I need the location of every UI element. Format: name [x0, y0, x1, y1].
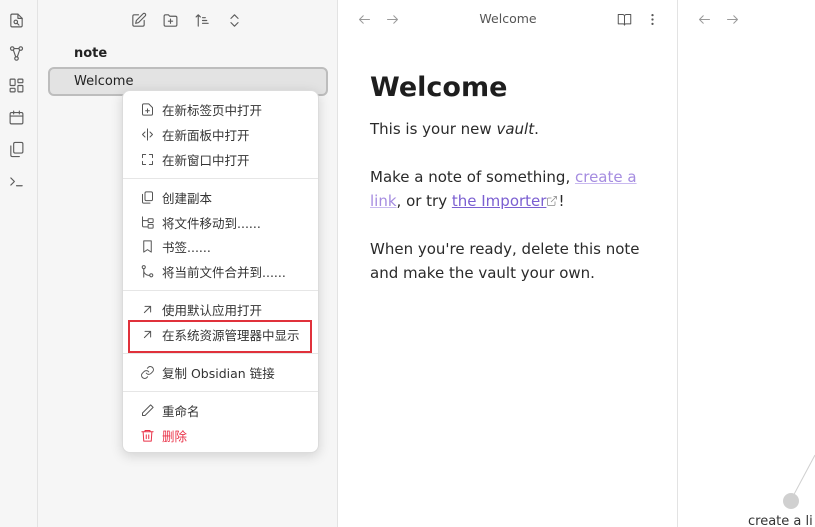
open-switcher-icon[interactable]: [6, 10, 26, 30]
daily-note-icon[interactable]: [6, 107, 26, 127]
note-paragraph-2: Make a note of something, create a link,…: [370, 165, 660, 213]
importer-link[interactable]: the Importer: [452, 192, 547, 210]
menu-label: 将当前文件合并到......: [162, 264, 286, 280]
menu-label: 在新面板中打开: [162, 127, 250, 143]
note-content[interactable]: Welcome This is your new vault. Make a n…: [370, 72, 660, 309]
menu-rename[interactable]: 重命名: [129, 398, 314, 422]
menu-open-new-pane[interactable]: 在新面板中打开: [129, 122, 314, 146]
trash-icon: [136, 426, 158, 444]
maximize-icon: [136, 150, 158, 168]
menu-label: 使用默认应用打开: [162, 302, 263, 318]
menu-label: 创建副本: [162, 190, 213, 206]
link-icon: [136, 363, 158, 381]
text: !: [558, 192, 565, 210]
text: , or try: [396, 192, 452, 210]
graph-canvas[interactable]: [678, 0, 815, 527]
note-heading: Welcome: [370, 72, 508, 103]
graph-node-label: create a li: [748, 514, 813, 527]
text: Make a note of something,: [370, 168, 575, 186]
text: This is your new: [370, 120, 497, 138]
menu-delete[interactable]: 删除: [129, 423, 314, 447]
menu-bookmark[interactable]: 书签......: [129, 234, 314, 258]
editor-pane: Welcome Welcome This is your new vault. …: [338, 0, 678, 527]
menu-make-copy[interactable]: 创建副本: [129, 185, 314, 209]
menu-label: 复制 Obsidian 链接: [162, 365, 275, 381]
menu-move-file[interactable]: 将文件移动到......: [129, 210, 314, 234]
highlight-box: [128, 320, 312, 353]
menu-copy-obsidian-link[interactable]: 复制 Obsidian 链接: [129, 360, 314, 384]
graph-node[interactable]: [783, 493, 799, 509]
more-options-icon[interactable]: [643, 10, 661, 28]
menu-label: 书签......: [162, 239, 211, 255]
file-plus-icon: [136, 100, 158, 118]
collapse-icon[interactable]: [224, 10, 244, 30]
menu-label: 在新标签页中打开: [162, 102, 263, 118]
folder-name[interactable]: note: [74, 46, 107, 61]
pencil-icon: [136, 401, 158, 419]
menu-open-new-tab[interactable]: 在新标签页中打开: [129, 97, 314, 121]
menu-separator: [123, 391, 318, 392]
folder-tree-icon: [136, 213, 158, 231]
menu-separator: [123, 290, 318, 291]
canvas-icon[interactable]: [6, 75, 26, 95]
sort-icon[interactable]: [192, 10, 212, 30]
note-paragraph-1: This is your new vault.: [370, 117, 660, 141]
external-link-icon: [546, 190, 558, 206]
new-folder-icon[interactable]: [160, 10, 180, 30]
menu-open-default-app[interactable]: 使用默认应用打开: [129, 297, 314, 321]
context-menu: 在新标签页中打开 在新面板中打开 在新窗口中打开 创建副本 将文件移动到....…: [122, 90, 319, 453]
emphasis: vault: [496, 120, 535, 138]
graph-pane: create a li: [678, 0, 815, 527]
text: .: [534, 120, 539, 138]
left-ribbon: [0, 0, 38, 527]
split-icon: [136, 125, 158, 143]
explorer-nav-buttons: [128, 10, 244, 30]
menu-label: 将文件移动到......: [162, 215, 261, 231]
menu-separator: [123, 178, 318, 179]
bookmark-icon: [136, 237, 158, 255]
reading-view-icon[interactable]: [615, 10, 633, 28]
menu-label: 在新窗口中打开: [162, 152, 250, 168]
copy-icon: [136, 188, 158, 206]
menu-merge-file[interactable]: 将当前文件合并到......: [129, 259, 314, 283]
git-merge-icon: [136, 262, 158, 280]
note-paragraph-3: When you're ready, delete this note and …: [370, 240, 640, 282]
arrow-up-right-icon: [136, 300, 158, 318]
menu-separator: [123, 353, 318, 354]
graph-edge: [790, 454, 815, 501]
menu-label: 重命名: [162, 403, 200, 419]
command-palette-icon[interactable]: [6, 171, 26, 191]
menu-open-new-window[interactable]: 在新窗口中打开: [129, 147, 314, 171]
new-note-icon[interactable]: [128, 10, 148, 30]
menu-label: 删除: [162, 428, 188, 444]
graph-icon[interactable]: [6, 43, 26, 63]
pane-header: Welcome: [338, 0, 678, 38]
templates-icon[interactable]: [6, 139, 26, 159]
